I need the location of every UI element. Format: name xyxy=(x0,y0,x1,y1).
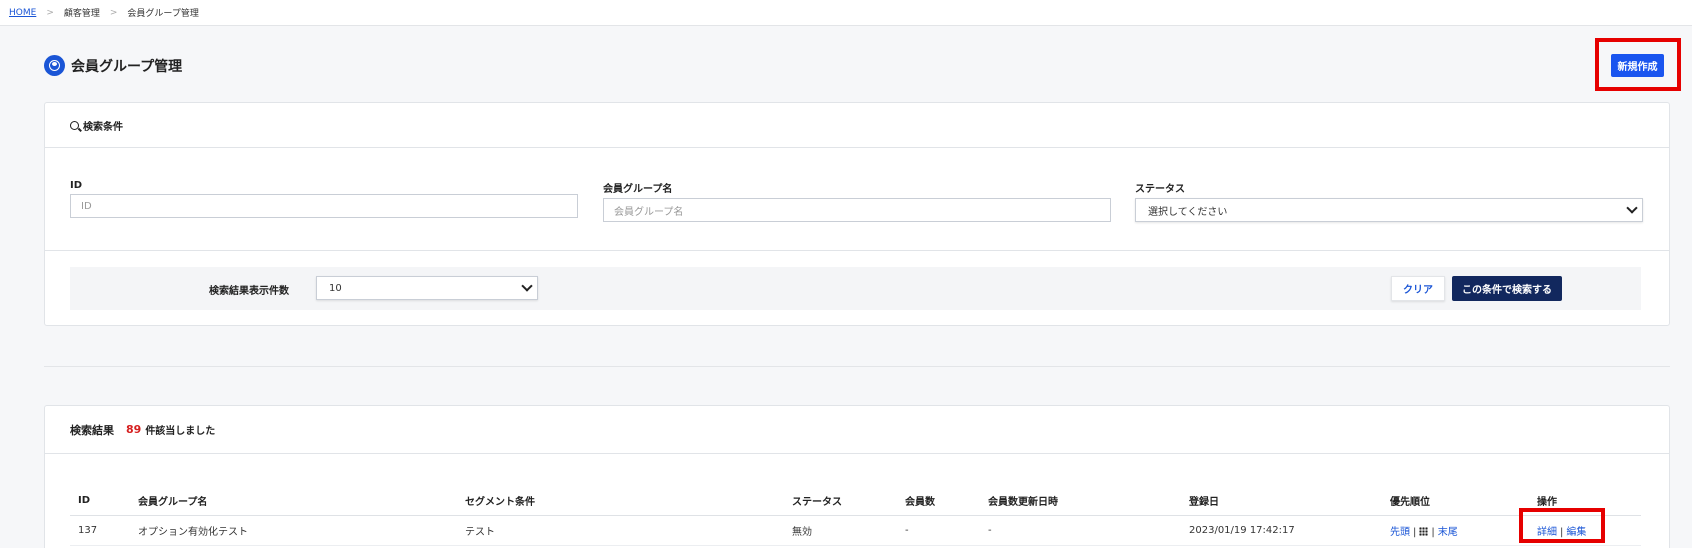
search-divider xyxy=(45,250,1669,251)
column-header-members-updated: 会員数更新日時 xyxy=(980,486,1181,516)
column-header-members: 会員数 xyxy=(897,486,980,516)
column-header-registered: 登録日 xyxy=(1181,486,1382,516)
per-page-label: 検索結果表示件数 xyxy=(209,286,289,297)
results-panel: 検索結果 89 件該当しました ID 会員グループ名 セグメント条件 ステータス… xyxy=(44,405,1670,548)
results-title: 検索結果 xyxy=(70,423,114,437)
group-name-field-group: 会員グループ名 会員グループ名 xyxy=(603,180,1111,222)
column-header-priority: 優先順位 xyxy=(1382,486,1529,516)
status-select[interactable]: 選択してください xyxy=(1135,198,1643,222)
cell-group-name: オプション有効化テスト xyxy=(130,515,457,546)
per-page-select-value: 10 xyxy=(329,282,342,294)
separator: | xyxy=(1413,526,1417,538)
search-submit-button[interactable]: この条件で検索する xyxy=(1452,276,1562,301)
cell-segment: テスト xyxy=(457,515,784,546)
chevron-down-icon xyxy=(1626,202,1638,214)
group-name-label: 会員グループ名 xyxy=(603,184,673,195)
chevron-down-icon xyxy=(521,280,533,292)
id-label: ID xyxy=(70,180,83,191)
highlight-box-row-actions xyxy=(1519,508,1605,543)
move-first-link[interactable]: 先頭 xyxy=(1390,527,1410,538)
user-circle-icon xyxy=(44,55,65,76)
breadcrumb-separator: > xyxy=(109,7,118,18)
id-field-group: ID ID xyxy=(70,180,578,218)
cell-members: - xyxy=(897,515,980,546)
column-header-status: ステータス xyxy=(784,486,897,516)
breadcrumb-separator: > xyxy=(46,7,54,18)
cell-status: 無効 xyxy=(784,515,897,546)
per-page-select[interactable]: 10 xyxy=(316,276,538,300)
breadcrumb-current: 会員グループ管理 xyxy=(127,9,199,19)
column-header-segment: セグメント条件 xyxy=(457,486,784,516)
breadcrumb-customer-mgmt: 顧客管理 xyxy=(63,9,100,19)
status-select-value: 選択してください xyxy=(1148,206,1228,218)
breadcrumb-home-link[interactable]: HOME xyxy=(9,8,36,18)
status-field-group: ステータス 選択してください xyxy=(1135,180,1643,222)
clear-button[interactable]: クリア xyxy=(1391,276,1445,301)
results-count-suffix: 件該当しました xyxy=(145,426,216,437)
page-title: 会員グループ管理 xyxy=(71,58,183,75)
breadcrumb: HOME > 顧客管理 > 会員グループ管理 xyxy=(9,6,199,20)
id-input[interactable]: ID xyxy=(70,194,578,218)
search-panel-title: 検索条件 xyxy=(83,121,123,133)
search-panel-header: 検索条件 xyxy=(45,103,1669,148)
status-label: ステータス xyxy=(1135,184,1185,195)
page-header: 会員グループ管理 xyxy=(44,55,182,76)
group-name-input[interactable]: 会員グループ名 xyxy=(603,198,1111,222)
search-options-bar: 検索結果表示件数 10 クリア この条件で検索する xyxy=(70,267,1641,310)
column-header-id: ID xyxy=(70,486,130,516)
cell-registered: 2023/01/19 17:42:17 xyxy=(1181,515,1382,546)
cell-id: 137 xyxy=(70,515,130,546)
results-header: 検索結果 89 件該当しました xyxy=(45,406,1669,454)
separator: | xyxy=(1431,526,1435,538)
table-row: 137 オプション有効化テスト テスト 無効 - - 2023/01/19 17… xyxy=(70,515,1641,546)
table-header-row: ID 会員グループ名 セグメント条件 ステータス 会員数 会員数更新日時 登録日… xyxy=(70,486,1641,516)
cell-priority: 先頭 | | 末尾 xyxy=(1382,515,1529,546)
search-panel: 検索条件 ID ID 会員グループ名 会員グループ名 ステータス 選択してくださ… xyxy=(44,102,1670,326)
highlight-box-new-button xyxy=(1595,38,1681,91)
cell-members-updated: - xyxy=(980,515,1181,546)
move-last-link[interactable]: 末尾 xyxy=(1438,527,1458,538)
top-bar: HOME > 顧客管理 > 会員グループ管理 xyxy=(0,0,1692,26)
drag-grid-icon[interactable] xyxy=(1419,527,1429,536)
results-count: 89 xyxy=(126,423,142,436)
search-icon xyxy=(70,120,79,130)
results-table: ID 会員グループ名 セグメント条件 ステータス 会員数 会員数更新日時 登録日… xyxy=(70,486,1641,546)
section-divider xyxy=(44,366,1670,367)
column-header-group-name: 会員グループ名 xyxy=(130,486,457,516)
